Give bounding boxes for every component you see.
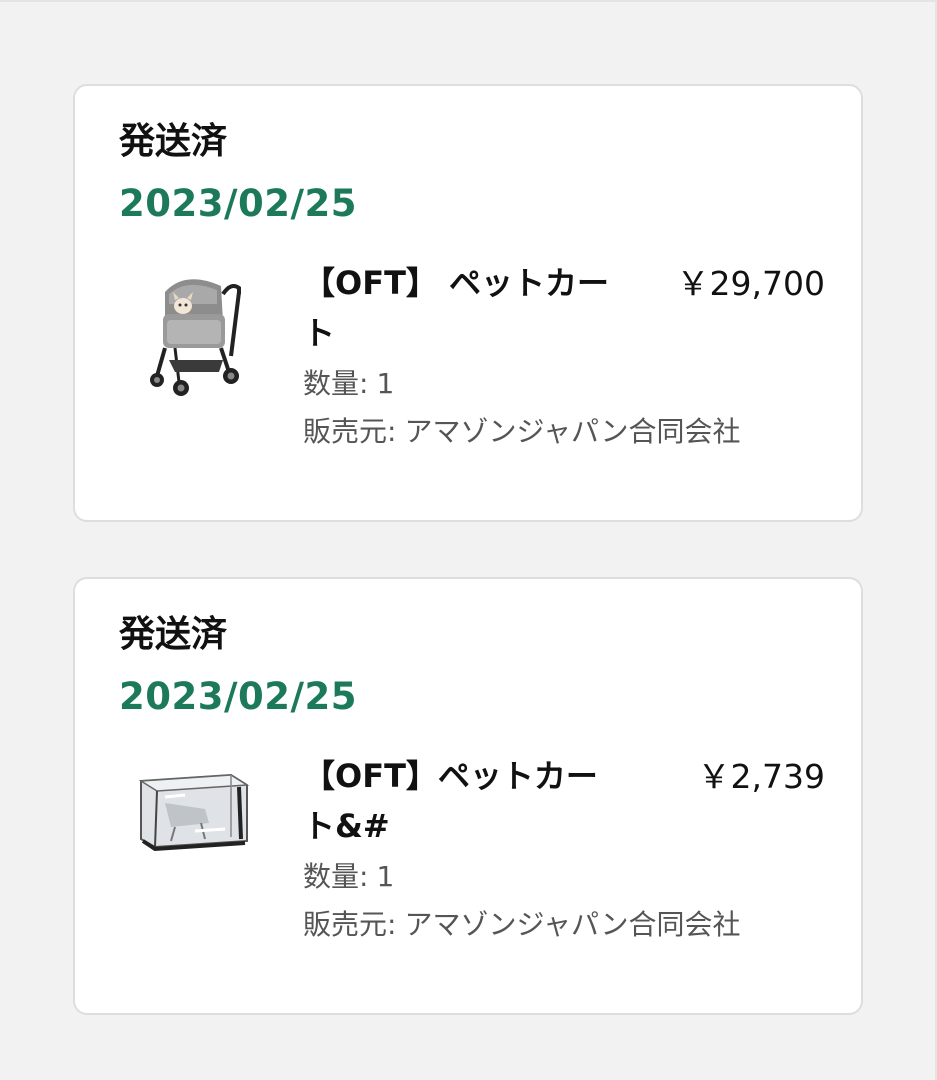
quantity-label: 数量: xyxy=(303,860,369,893)
seller-value: アマゾンジャパン合同会社 xyxy=(404,415,741,448)
order-card[interactable]: 発送済 2023/02/25 【OFT】ペットカート&# ￥2,739 数量: 1… xyxy=(73,577,863,1015)
product-title[interactable]: 【OFT】ペットカート&# xyxy=(303,751,623,851)
quantity-row: 数量: 1 xyxy=(303,364,394,404)
seller-label: 販売元: xyxy=(303,415,397,448)
quantity-label: 数量: xyxy=(303,367,369,400)
pet-stroller-image xyxy=(150,279,241,396)
order-card[interactable]: 発送済 2023/02/25 【OFT】 ペットカート ￥29,700 数量: … xyxy=(73,84,863,522)
top-divider xyxy=(0,0,937,2)
product-thumbnail[interactable] xyxy=(135,757,255,897)
quantity-value: 1 xyxy=(376,860,395,893)
quantity-row: 数量: 1 xyxy=(303,857,394,897)
seller-value: アマゾンジャパン合同会社 xyxy=(404,908,741,941)
order-status: 発送済 xyxy=(119,614,228,655)
product-price: ￥29,700 xyxy=(676,264,825,303)
product-thumbnail[interactable] xyxy=(135,264,255,404)
quantity-value: 1 xyxy=(376,367,395,400)
seller-row: 販売元: アマゾンジャパン合同会社 xyxy=(303,412,740,452)
seller-label: 販売元: xyxy=(303,908,397,941)
order-status: 発送済 xyxy=(119,121,228,162)
order-date: 2023/02/25 xyxy=(119,182,357,225)
product-title[interactable]: 【OFT】 ペットカート xyxy=(303,258,623,358)
product-price: ￥2,739 xyxy=(697,757,825,796)
seller-row: 販売元: アマゾンジャパン合同会社 xyxy=(303,905,740,945)
rain-cover-image xyxy=(138,773,250,852)
order-date: 2023/02/25 xyxy=(119,675,357,718)
